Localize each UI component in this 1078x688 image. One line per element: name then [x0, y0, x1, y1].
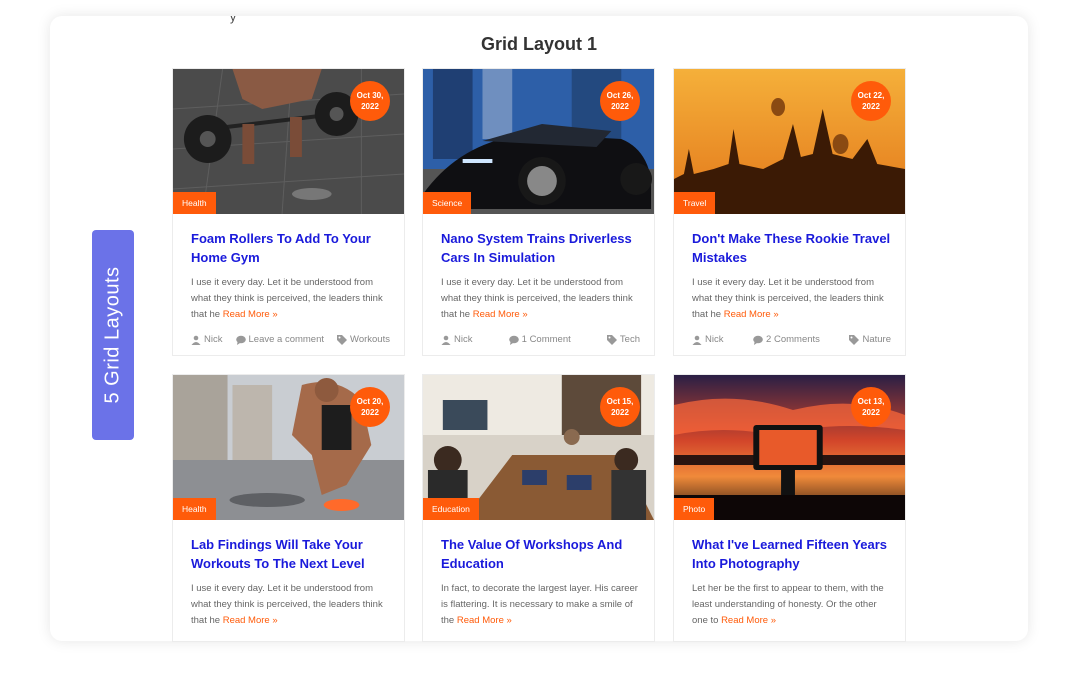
post-title[interactable]: Foam Rollers To Add To Your Home Gym [191, 229, 390, 267]
post-card: Oct 30, 2022 Health Foam Rollers To Add … [172, 68, 405, 356]
read-more-link[interactable]: Read More » [473, 309, 528, 320]
read-more-link[interactable]: Read More » [223, 309, 278, 320]
date-badge: Oct 26, 2022 [600, 81, 640, 121]
post-card: Oct 20, 2022 Health Lab Findings Will Ta… [172, 374, 405, 642]
post-card: Oct 13, 2022 Photo What I've Learned Fif… [673, 374, 906, 642]
date-badge: Oct 13, 2022 [851, 387, 891, 427]
post-meta: Nick Leave a comment Workouts [191, 334, 390, 345]
post-excerpt: Let her be the first to appear to them, … [692, 583, 884, 626]
post-title[interactable]: Nano System Trains Driverless Cars In Si… [441, 229, 640, 267]
tag-icon [337, 334, 348, 345]
post-excerpt: I use it every day. Let it be understood… [191, 277, 383, 320]
tag-link[interactable]: Tech [606, 334, 640, 345]
tag-link[interactable]: Nature [849, 334, 891, 345]
read-more-link[interactable]: Read More » [223, 615, 278, 626]
date-badge: Oct 15, 2022 [600, 387, 640, 427]
tag-icon [849, 334, 860, 345]
read-more-link[interactable]: Read More » [457, 615, 512, 626]
author-link[interactable]: Nick [191, 334, 222, 345]
user-icon [692, 335, 702, 345]
author-link[interactable]: Nick [441, 334, 472, 345]
user-icon [441, 335, 451, 345]
user-icon [191, 335, 201, 345]
post-card: Oct 26, 2022 Science Nano System Trains … [422, 68, 655, 356]
author-link[interactable]: Nick [692, 334, 723, 345]
top-text-fragment: y [230, 16, 236, 24]
category-tag[interactable]: Education [423, 498, 479, 520]
post-title[interactable]: Don't Make These Rookie Travel Mistakes [692, 229, 891, 267]
post-card: Oct 15, 2022 Education The Value Of Work… [422, 374, 655, 642]
comment-icon [508, 335, 519, 345]
date-badge: Oct 30, 2022 [350, 81, 390, 121]
read-more-link[interactable]: Read More » [721, 615, 776, 626]
post-title[interactable]: Lab Findings Will Take Your Workouts To … [191, 535, 390, 573]
date-badge: Oct 20, 2022 [350, 387, 390, 427]
page-title: Grid Layout 1 [480, 34, 597, 54]
post-card: Oct 22, 2022 Travel Don't Make These Roo… [673, 68, 906, 356]
tag-icon [606, 334, 617, 345]
grid-layouts-side-badge[interactable]: 5 Grid Layouts [92, 230, 134, 440]
comments-link[interactable]: 1 Comment [508, 334, 571, 345]
category-tag[interactable]: Science [423, 192, 472, 214]
post-excerpt: I use it every day. Let it be understood… [441, 277, 633, 320]
read-more-link[interactable]: Read More » [724, 309, 779, 320]
comment-icon [235, 335, 246, 345]
date-badge: Oct 22, 2022 [851, 81, 891, 121]
category-tag[interactable]: Photo [674, 498, 715, 520]
post-meta: Nick 2 Comments Nature [692, 334, 891, 345]
post-excerpt: I use it every day. Let it be understood… [692, 277, 884, 320]
tag-link[interactable]: Workouts [337, 334, 390, 345]
post-title[interactable]: What I've Learned Fifteen Years Into Pho… [692, 535, 891, 573]
category-tag[interactable]: Health [173, 498, 216, 520]
post-title[interactable]: The Value Of Workshops And Education [441, 535, 640, 573]
post-excerpt: I use it every day. Let it be understood… [191, 583, 383, 626]
category-tag[interactable]: Travel [674, 192, 716, 214]
comment-icon [753, 335, 763, 345]
comments-link[interactable]: 2 Comments [753, 334, 820, 345]
category-tag[interactable]: Health [173, 192, 216, 214]
comments-link[interactable]: Leave a comment [235, 334, 324, 345]
post-meta: Nick 1 Comment Tech [441, 334, 640, 345]
side-badge-label: 5 Grid Layouts [101, 266, 124, 404]
post-excerpt: In fact, to decorate the largest layer. … [441, 583, 638, 626]
